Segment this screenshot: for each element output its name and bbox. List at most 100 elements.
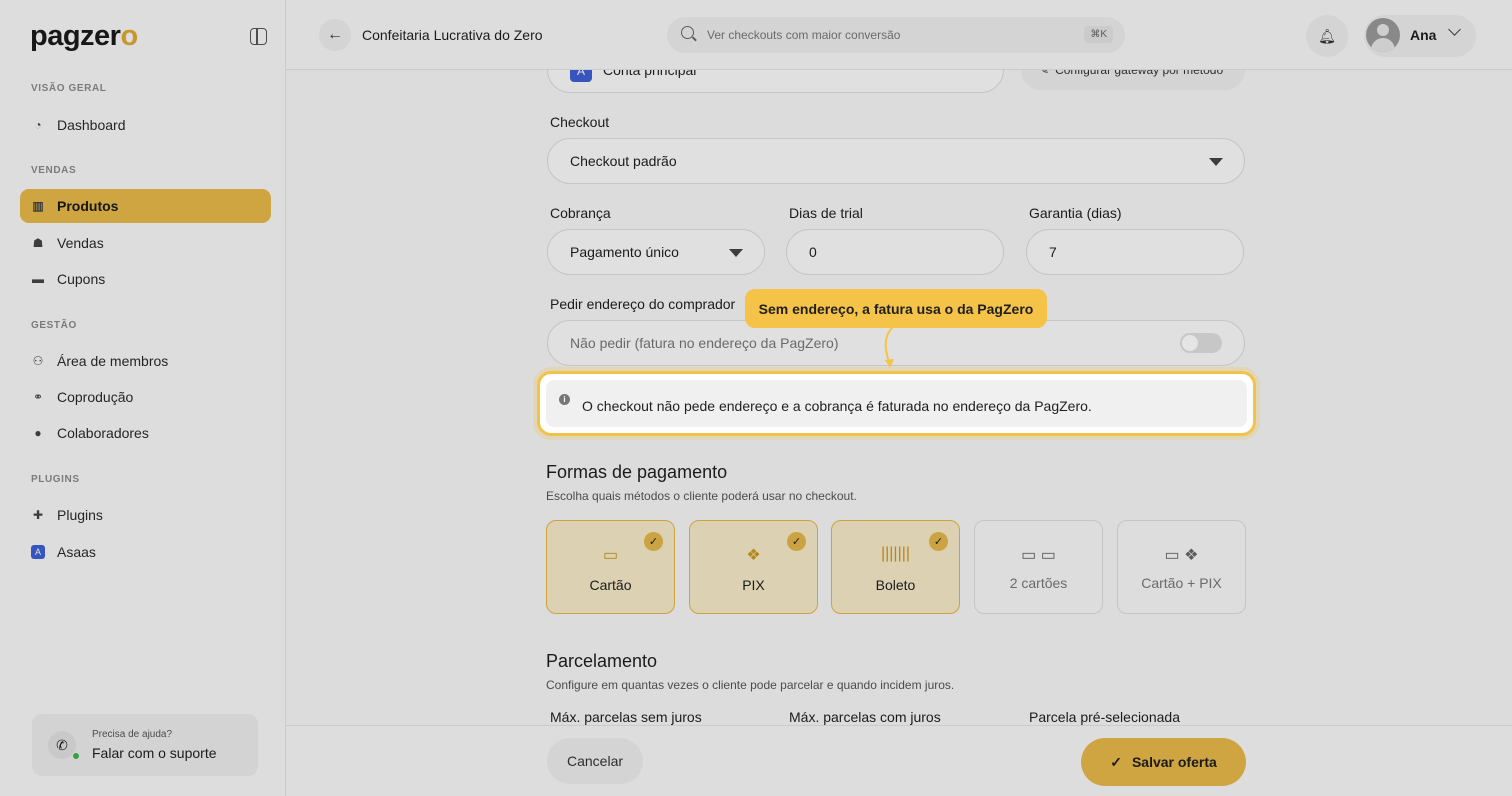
- caret-down-icon: [1209, 158, 1223, 166]
- handshake-icon: ⚭: [32, 390, 44, 404]
- bell-icon: 🔔︎: [1318, 27, 1336, 44]
- payment-desc: Escolha quais métodos o cliente poderá u…: [546, 489, 857, 503]
- parcelas-sem-juros-label: Máx. parcelas sem juros: [550, 709, 702, 725]
- brand-logo[interactable]: pagzero: [30, 20, 138, 53]
- user-menu[interactable]: Ana: [1364, 15, 1476, 57]
- sidebar-item-label: Asaas: [57, 544, 96, 560]
- parcelamento-title: Parcelamento: [546, 651, 658, 671]
- trial-input[interactable]: 0: [786, 229, 1004, 275]
- sidebar-item-vendas[interactable]: ☗ Vendas: [20, 226, 271, 260]
- search-shortcut: ⌘K: [1084, 26, 1113, 43]
- tour-tooltip: Sem endereço, a fatura usa o da PagZero: [745, 289, 1047, 328]
- support-link[interactable]: Falar com o suporte: [92, 745, 217, 761]
- two-cards-icon: ▭ ▭: [1021, 547, 1056, 564]
- dashboard-icon: ◔: [34, 118, 42, 132]
- sidebar-item-label: Plugins: [57, 507, 103, 523]
- coupon-icon: ▬: [32, 272, 44, 286]
- sidebar-item-coproducao[interactable]: ⚭ Coprodução: [20, 380, 271, 414]
- payment-method-label: PIX: [742, 577, 765, 593]
- info-callout-highlight: i O checkout não pede endereço e a cobra…: [537, 371, 1256, 436]
- search-placeholder: Ver checkouts com maior conversão: [707, 28, 901, 42]
- page-title: Confeitaria Lucrativa do Zero: [362, 27, 543, 43]
- box-icon: ▥: [32, 199, 44, 213]
- endereco-value: Não pedir (fatura no endereço da PagZero…: [570, 335, 839, 351]
- arrow-left-icon: ←: [327, 26, 343, 43]
- sidebar-item-label: Cupons: [57, 271, 106, 287]
- sidebar-item-label: Área de membros: [57, 353, 169, 369]
- sidebar-item-label: Coprodução: [57, 389, 134, 405]
- caret-down-icon: [729, 249, 743, 257]
- card-pix-icon: ▭ ❖: [1164, 547, 1199, 564]
- payment-method-2-cartoes[interactable]: ▭ ▭ 2 cartões: [974, 520, 1103, 614]
- sidebar-item-cupons[interactable]: ▬ Cupons: [20, 262, 271, 296]
- chevron-down-icon: [1448, 23, 1461, 36]
- section-title-gestao: GESTÃO: [31, 320, 77, 331]
- payment-method-cartao[interactable]: ▭ Cartão ✓: [546, 520, 675, 614]
- asaas-icon: A: [31, 545, 45, 559]
- garantia-label: Garantia (dias): [1029, 205, 1122, 221]
- payment-method-boleto[interactable]: ||||||| Boleto ✓: [831, 520, 960, 614]
- check-icon: ✓: [644, 532, 663, 551]
- garantia-value: 7: [1049, 244, 1057, 260]
- sidebar-item-produtos[interactable]: ▥ Produtos: [20, 189, 271, 223]
- section-title-plugins: PLUGINS: [31, 474, 80, 485]
- info-callout-text: O checkout não pede endereço e a cobranç…: [582, 398, 1092, 414]
- cobranca-value: Pagamento único: [570, 244, 679, 260]
- save-offer-label: Salvar oferta: [1131, 754, 1217, 770]
- info-icon: i: [559, 394, 570, 405]
- sidebar: pagzero VISÃO GERAL ◔ Dashboard VENDAS ▥…: [0, 0, 286, 796]
- sidebar-item-asaas[interactable]: A Asaas: [20, 535, 271, 569]
- members-icon: ⚇: [32, 354, 44, 368]
- garantia-input[interactable]: 7: [1026, 229, 1244, 275]
- sidebar-item-label: Dashboard: [57, 117, 126, 133]
- parcelamento-desc: Configure em quantas vezes o cliente pod…: [546, 678, 955, 692]
- support-hint: Precisa de ajuda?: [92, 729, 173, 740]
- payment-method-label: Boleto: [875, 577, 916, 593]
- sidebar-item-dashboard[interactable]: ◔ Dashboard: [20, 108, 271, 142]
- trial-value: 0: [809, 244, 817, 260]
- search-icon: [681, 26, 694, 39]
- section-title-visao-geral: VISÃO GERAL: [31, 83, 107, 94]
- cancel-button[interactable]: Cancelar: [547, 738, 643, 784]
- endereco-label: Pedir endereço do comprador: [550, 296, 736, 312]
- parcela-pre-selecionada-label: Parcela pré-selecionada: [1029, 709, 1180, 725]
- search-bar[interactable]: Ver checkouts com maior conversão ⌘K: [667, 17, 1125, 53]
- check-circle-icon: ✓: [1110, 753, 1122, 770]
- sidebar-item-colaboradores[interactable]: ● Colaboradores: [20, 416, 271, 450]
- payment-method-label: 2 cartões: [1009, 575, 1068, 591]
- sidebar-item-plugins[interactable]: ✚ Plugins: [20, 498, 271, 532]
- cobranca-label: Cobrança: [550, 205, 611, 221]
- checkout-value: Checkout padrão: [570, 153, 677, 169]
- trial-label: Dias de trial: [789, 205, 863, 221]
- sales-icon: ☗: [32, 236, 44, 250]
- online-status-dot: [72, 752, 80, 760]
- checkout-label: Checkout: [550, 114, 610, 130]
- notifications-button[interactable]: 🔔︎: [1306, 15, 1348, 57]
- save-offer-button[interactable]: ✓ Salvar oferta: [1081, 738, 1246, 786]
- endereco-toggle[interactable]: [1180, 333, 1222, 353]
- payment-method-label: Cartão: [589, 577, 632, 593]
- footer-bar: [286, 725, 1512, 796]
- checkout-select[interactable]: Checkout padrão: [547, 138, 1245, 184]
- tooltip-arrow-icon: [884, 328, 894, 368]
- user-icon: ●: [34, 426, 42, 440]
- payment-method-cartao-pix[interactable]: ▭ ❖ Cartão + PIX: [1117, 520, 1246, 614]
- parcelas-com-juros-label: Máx. parcelas com juros: [789, 709, 941, 725]
- sidebar-toggle-icon[interactable]: [250, 28, 267, 45]
- sidebar-item-area-de-membros[interactable]: ⚇ Área de membros: [20, 344, 271, 378]
- payment-method-label: Cartão + PIX: [1141, 575, 1222, 591]
- puzzle-icon: ✚: [32, 508, 44, 522]
- payment-method-pix[interactable]: ❖ PIX ✓: [689, 520, 818, 614]
- sidebar-item-label: Colaboradores: [57, 425, 149, 441]
- support-card[interactable]: ✆ Precisa de ajuda? Falar com o suporte: [32, 714, 258, 776]
- check-icon: ✓: [787, 532, 806, 551]
- check-icon: ✓: [929, 532, 948, 551]
- cobranca-select[interactable]: Pagamento único: [547, 229, 765, 275]
- avatar: [1366, 18, 1400, 52]
- back-button[interactable]: ←: [319, 19, 351, 51]
- section-title-vendas: VENDAS: [31, 165, 77, 176]
- sidebar-item-label: Produtos: [57, 198, 119, 214]
- sidebar-item-label: Vendas: [57, 235, 104, 251]
- user-name: Ana: [1410, 27, 1437, 43]
- payment-title: Formas de pagamento: [546, 462, 728, 482]
